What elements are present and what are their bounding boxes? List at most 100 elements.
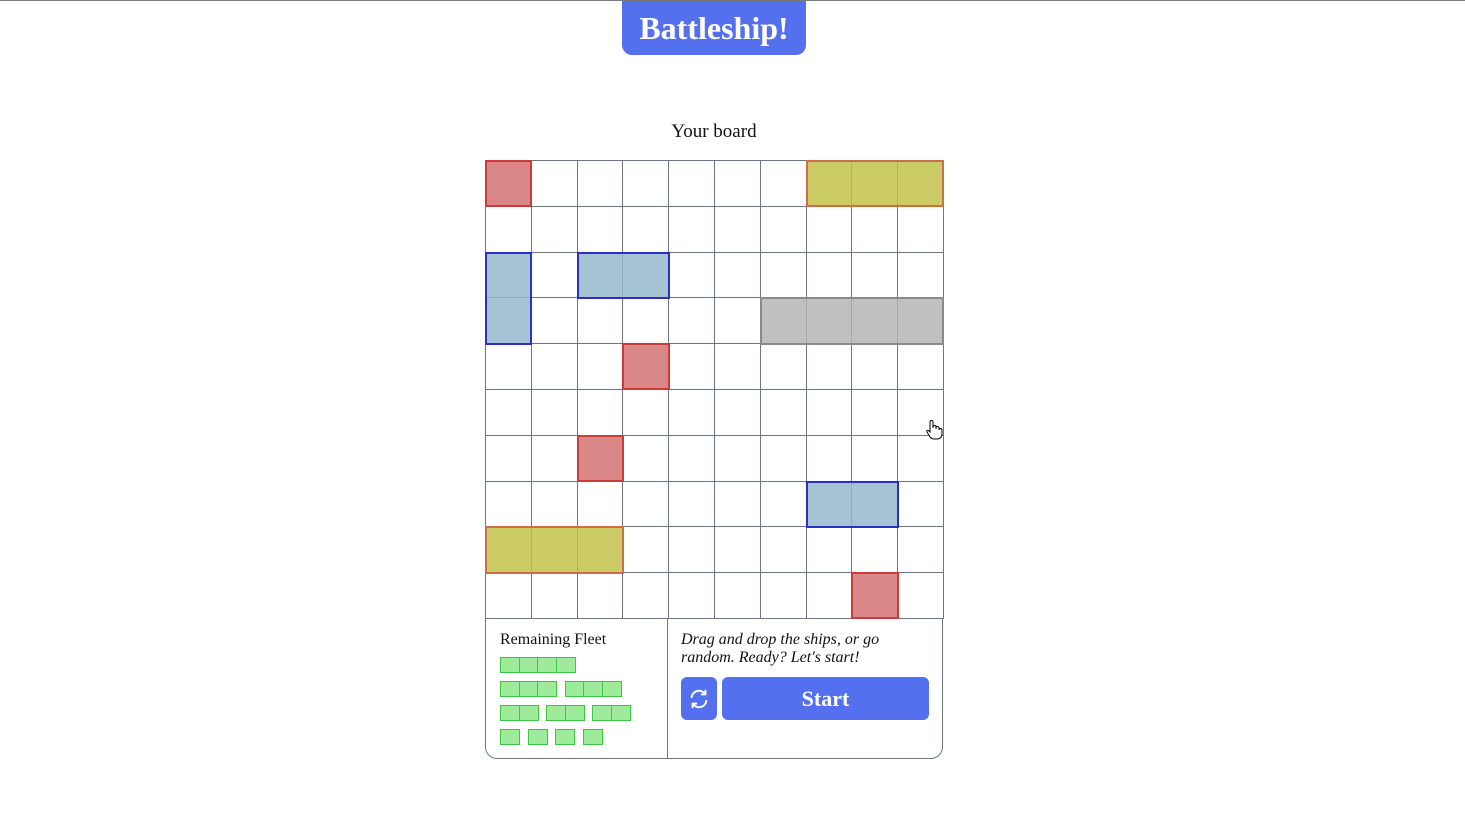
board-cell[interactable] bbox=[531, 206, 578, 253]
board-cell[interactable] bbox=[623, 527, 670, 574]
ship-blue[interactable] bbox=[485, 251, 533, 345]
board-cell[interactable] bbox=[714, 206, 761, 253]
board-cell[interactable] bbox=[898, 252, 944, 299]
board-cell[interactable] bbox=[806, 344, 853, 390]
board-cell[interactable] bbox=[669, 298, 715, 345]
board-cell[interactable] bbox=[577, 161, 624, 207]
board-cell[interactable] bbox=[760, 252, 807, 299]
board-cell[interactable] bbox=[898, 527, 944, 574]
board-cell[interactable] bbox=[623, 481, 670, 528]
board-cell[interactable] bbox=[852, 435, 899, 482]
board-cell[interactable] bbox=[531, 573, 578, 619]
board-cell[interactable] bbox=[806, 206, 853, 253]
board-cell[interactable] bbox=[714, 527, 761, 574]
board-cell[interactable] bbox=[531, 161, 578, 207]
board-cell[interactable] bbox=[623, 298, 670, 345]
board-cell[interactable] bbox=[669, 527, 715, 574]
board-cell[interactable] bbox=[898, 573, 944, 619]
board-cell[interactable] bbox=[486, 573, 532, 619]
board-cell[interactable] bbox=[486, 481, 532, 528]
start-button[interactable]: Start bbox=[722, 677, 929, 720]
board-cell[interactable] bbox=[623, 573, 670, 619]
board-cell[interactable] bbox=[806, 573, 853, 619]
board-cell[interactable] bbox=[898, 206, 944, 253]
board-cell[interactable] bbox=[806, 252, 853, 299]
board-cell[interactable] bbox=[852, 389, 899, 436]
board-cell[interactable] bbox=[577, 344, 624, 390]
fleet-ship-segment bbox=[500, 681, 520, 697]
board-cell[interactable] bbox=[806, 435, 853, 482]
ship-gray[interactable] bbox=[759, 297, 945, 345]
board-cell[interactable] bbox=[669, 252, 715, 299]
board-cell[interactable] bbox=[714, 344, 761, 390]
ship-red[interactable] bbox=[485, 160, 533, 208]
board-cell[interactable] bbox=[760, 161, 807, 207]
fleet-ship-segment bbox=[500, 729, 520, 745]
board-cell[interactable] bbox=[486, 389, 532, 436]
board-cell[interactable] bbox=[669, 344, 715, 390]
ship-red[interactable] bbox=[622, 343, 670, 391]
board-cell[interactable] bbox=[898, 435, 944, 482]
board-cell[interactable] bbox=[760, 573, 807, 619]
board-cell[interactable] bbox=[531, 298, 578, 345]
board-cell[interactable] bbox=[760, 206, 807, 253]
ship-yellow[interactable] bbox=[805, 160, 945, 208]
ship-blue[interactable] bbox=[576, 251, 670, 299]
board-cell[interactable] bbox=[486, 206, 532, 253]
board-cell[interactable] bbox=[531, 389, 578, 436]
board-cell[interactable] bbox=[623, 161, 670, 207]
board-cell[interactable] bbox=[806, 389, 853, 436]
board-cell[interactable] bbox=[852, 252, 899, 299]
board-cell[interactable] bbox=[714, 252, 761, 299]
board-cell[interactable] bbox=[623, 206, 670, 253]
board-cell[interactable] bbox=[760, 435, 807, 482]
board-cell[interactable] bbox=[760, 527, 807, 574]
board-cell[interactable] bbox=[760, 389, 807, 436]
board-cell[interactable] bbox=[760, 344, 807, 390]
ship-segment-divider bbox=[622, 253, 624, 297]
ship-blue[interactable] bbox=[805, 480, 899, 528]
board-cell[interactable] bbox=[531, 252, 578, 299]
board-cell[interactable] bbox=[760, 481, 807, 528]
board-cell[interactable] bbox=[486, 344, 532, 390]
ship-segment-divider bbox=[851, 482, 853, 526]
board-cell[interactable] bbox=[898, 481, 944, 528]
board-cell[interactable] bbox=[577, 573, 624, 619]
board-cell[interactable] bbox=[898, 344, 944, 390]
fleet-row bbox=[500, 681, 667, 697]
actions-area: Drag and drop the ships, or go random. R… bbox=[668, 618, 942, 758]
board-cell[interactable] bbox=[531, 344, 578, 390]
board-cell[interactable] bbox=[577, 389, 624, 436]
randomize-button[interactable] bbox=[681, 677, 717, 720]
board-cell[interactable] bbox=[714, 389, 761, 436]
board-cell[interactable] bbox=[714, 298, 761, 345]
board-cell[interactable] bbox=[669, 573, 715, 619]
board-cell[interactable] bbox=[486, 435, 532, 482]
ship-segment-divider bbox=[851, 299, 853, 343]
board-cell[interactable] bbox=[577, 298, 624, 345]
board-cell[interactable] bbox=[531, 481, 578, 528]
board-cell[interactable] bbox=[669, 389, 715, 436]
board-cell[interactable] bbox=[714, 435, 761, 482]
board-cell[interactable] bbox=[714, 161, 761, 207]
board-cell[interactable] bbox=[806, 527, 853, 574]
fleet-ship bbox=[500, 705, 539, 721]
ship-yellow[interactable] bbox=[485, 526, 624, 574]
ship-red[interactable] bbox=[576, 434, 624, 483]
board-cell[interactable] bbox=[623, 389, 670, 436]
board-cell[interactable] bbox=[714, 573, 761, 619]
fleet-row bbox=[500, 705, 667, 721]
board-cell[interactable] bbox=[623, 435, 670, 482]
board-cell[interactable] bbox=[852, 344, 899, 390]
board-cell[interactable] bbox=[669, 206, 715, 253]
board-cell[interactable] bbox=[852, 206, 899, 253]
ship-red[interactable] bbox=[851, 572, 899, 620]
board-cell[interactable] bbox=[714, 481, 761, 528]
board-cell[interactable] bbox=[531, 435, 578, 482]
board-cell[interactable] bbox=[577, 481, 624, 528]
board-cell[interactable] bbox=[577, 206, 624, 253]
board-cell[interactable] bbox=[852, 527, 899, 574]
board-cell[interactable] bbox=[669, 481, 715, 528]
board-cell[interactable] bbox=[669, 435, 715, 482]
board-cell[interactable] bbox=[669, 161, 715, 207]
